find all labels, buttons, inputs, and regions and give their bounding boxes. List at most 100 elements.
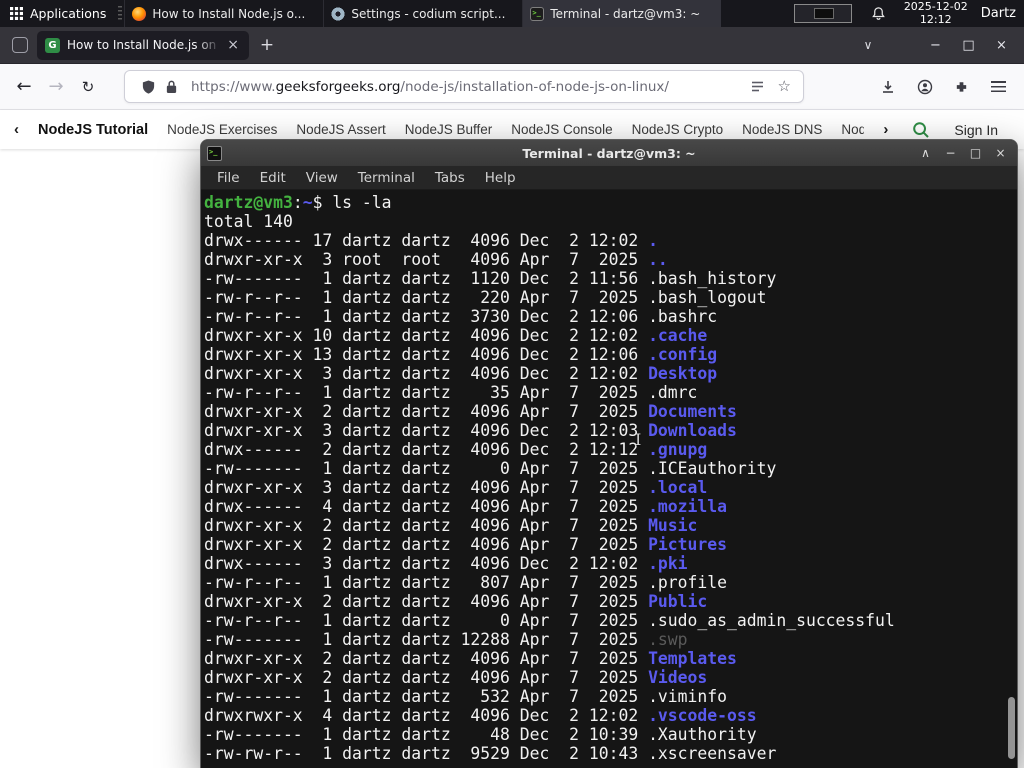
gfg-nav-link[interactable]: NodeJS DNS <box>742 122 822 137</box>
listing-filename: .bashrc <box>648 307 718 326</box>
browser-close-button[interactable]: × <box>985 38 1018 53</box>
listing-meta: drwxr-xr-x 2 dartz dartz 4096 Apr 7 2025 <box>204 535 649 554</box>
terminal-output[interactable]: dartz@vm3:~$ ls -la total 140 drwx------… <box>201 190 1017 768</box>
listing-meta: -rw------- 1 dartz dartz 48 Dec 2 10:39 <box>204 725 649 744</box>
terminal-listing-line: -rw------- 1 dartz dartz 0 Apr 7 2025 .I… <box>204 459 1017 478</box>
gfg-nav-link[interactable]: NodeJS Tutorial <box>38 122 148 138</box>
sign-in-link[interactable]: Sign In <box>954 122 998 138</box>
listing-filename: .Xauthority <box>648 725 757 744</box>
account-icon[interactable] <box>909 72 940 102</box>
terminal-window-controls: ∧ − □ × <box>915 146 1011 160</box>
terminal-close-button[interactable]: × <box>990 146 1011 160</box>
gfg-nav-link[interactable]: NodeJS Crypto <box>632 122 724 137</box>
gfg-nav-link[interactable]: Node <box>841 122 864 137</box>
url-text: https://www.geeksforgeeks.org/node-js/in… <box>191 78 669 95</box>
taskbar-window-button[interactable]: Settings - codium script... <box>323 0 522 27</box>
terminal-menu-item[interactable]: Terminal <box>348 170 425 186</box>
gfg-nav-link[interactable]: NodeJS Buffer <box>405 122 493 137</box>
downloads-icon[interactable] <box>872 72 903 102</box>
new-tab-button[interactable]: + <box>253 35 281 55</box>
terminal-listing-line: drwxr-xr-x 13 dartz dartz 4096 Dec 2 12:… <box>204 345 1017 364</box>
taskbar-window-label: How to Install Node.js o... <box>152 6 306 21</box>
forward-button[interactable]: → <box>40 71 72 103</box>
tab-bar: G How to Install Node.js on × + ∨ − □ × <box>0 27 1024 64</box>
menu-icon[interactable] <box>983 72 1014 102</box>
listing-filename: .local <box>648 478 708 497</box>
terminal-listing-line: drwxr-xr-x 2 dartz dartz 4096 Apr 7 2025… <box>204 516 1017 535</box>
listing-meta: -rw------- 1 dartz dartz 0 Apr 7 2025 <box>204 459 649 478</box>
browser-maximize-button[interactable]: □ <box>952 38 985 53</box>
terminal-menu-item[interactable]: Help <box>475 170 526 186</box>
terminal-menu-item[interactable]: File <box>207 170 250 186</box>
terminal-total-line: total 140 <box>204 212 293 231</box>
terminal-maximize-button[interactable]: □ <box>965 146 986 160</box>
bookmark-star-icon[interactable]: ☆ <box>778 79 791 94</box>
url-bar[interactable]: https://www.geeksforgeeks.org/node-js/in… <box>124 70 804 103</box>
terminal-scrollbar-thumb[interactable] <box>1008 697 1015 759</box>
terminal-menu-item[interactable]: Edit <box>250 170 296 186</box>
notifications-button[interactable] <box>871 6 886 21</box>
listing-filename: .viminfo <box>648 687 728 706</box>
tracking-protection-shield-icon[interactable] <box>141 79 156 95</box>
terminal-listing-line: drwx------ 4 dartz dartz 4096 Apr 7 2025… <box>204 497 1017 516</box>
taskbar-window-icon <box>530 6 545 21</box>
clock[interactable]: 2025-12-02 12:12 <box>904 0 968 26</box>
tab-close-icon[interactable]: × <box>225 37 241 53</box>
extensions-icon[interactable] <box>946 72 977 102</box>
workspace-pager[interactable] <box>793 4 852 23</box>
navigation-toolbar: ← → ↻ https://www.geeksforgeeks.org/node… <box>0 64 1024 110</box>
listing-filename: .profile <box>648 573 728 592</box>
listing-meta: -rw------- 1 dartz dartz 532 Apr 7 2025 <box>204 687 649 706</box>
terminal-listing-line: drwx------ 3 dartz dartz 4096 Dec 2 12:0… <box>204 554 1017 573</box>
listing-filename: .config <box>648 345 718 364</box>
browser-tab[interactable]: G How to Install Node.js on × <box>37 30 249 60</box>
terminal-shade-button[interactable]: ∧ <box>915 146 936 160</box>
applications-menu-button[interactable]: Applications <box>0 0 116 27</box>
listing-meta: drwxr-xr-x 3 dartz dartz 4096 Apr 7 2025 <box>204 478 649 497</box>
browser-minimize-button[interactable]: − <box>919 38 952 53</box>
reader-mode-icon[interactable] <box>750 79 765 94</box>
gfg-nav-link[interactable]: NodeJS Exercises <box>167 122 277 137</box>
search-icon[interactable] <box>912 121 930 139</box>
toolbar-icons <box>872 72 1016 102</box>
lock-icon[interactable] <box>165 79 178 94</box>
listing-meta: drwxr-xr-x 13 dartz dartz 4096 Dec 2 12:… <box>204 345 649 364</box>
terminal-prompt-line: dartz@vm3:~$ ls -la <box>204 193 392 212</box>
terminal-menu-item[interactable]: Tabs <box>425 170 475 186</box>
terminal-listing-line: -rw-r--r-- 1 dartz dartz 807 Apr 7 2025 … <box>204 573 1017 592</box>
listing-filename: .dmrc <box>648 383 698 402</box>
terminal-titlebar[interactable]: Terminal - dartz@vm3: ~ ∧ − □ × <box>201 140 1017 166</box>
reload-button[interactable]: ↻ <box>72 71 104 103</box>
taskbar-window-button[interactable]: How to Install Node.js o... <box>124 0 323 27</box>
listing-filename: .pki <box>648 554 688 573</box>
taskbar-window-button[interactable]: Terminal - dartz@vm3: ~ <box>522 0 722 27</box>
list-all-tabs-icon[interactable]: ∨ <box>853 38 883 52</box>
terminal-listing-line: -rw------- 1 dartz dartz 1120 Dec 2 11:5… <box>204 269 1017 288</box>
terminal-listing-line: -rw-rw-r-- 1 dartz dartz 9529 Dec 2 10:4… <box>204 744 1017 763</box>
terminal-minimize-button[interactable]: − <box>940 146 961 160</box>
gfg-nav-links: NodeJS Tutorial NodeJS Exercises NodeJS … <box>38 122 864 138</box>
listing-filename: . <box>648 231 658 250</box>
terminal-listing-line: drwx------ 2 dartz dartz 4096 Dec 2 12:1… <box>204 440 1017 459</box>
firefox-view-icon[interactable] <box>12 37 28 53</box>
gfg-nav-link[interactable]: NodeJS Console <box>511 122 612 137</box>
pager-window-thumbnail <box>813 8 834 19</box>
scroll-right-chevron-icon[interactable]: › <box>883 122 888 137</box>
listing-filename: .sudo_as_admin_successful <box>648 611 895 630</box>
terminal-listing-line: drwxr-xr-x 2 dartz dartz 4096 Apr 7 2025… <box>204 649 1017 668</box>
panel-separator <box>118 5 123 22</box>
terminal-listing-line: -rw-r--r-- 1 dartz dartz 35 Apr 7 2025 .… <box>204 383 1017 402</box>
gfg-nav-link[interactable]: NodeJS Assert <box>296 122 385 137</box>
tab-title-fade <box>197 30 227 60</box>
user-menu[interactable]: Dartz <box>981 6 1016 21</box>
listing-meta: drwxr-xr-x 2 dartz dartz 4096 Apr 7 2025 <box>204 516 649 535</box>
listing-meta: drwxrwxr-x 4 dartz dartz 4096 Dec 2 12:0… <box>204 706 649 725</box>
scroll-left-chevron-icon[interactable]: ‹ <box>14 122 19 137</box>
prompt-path: ~ <box>302 193 313 212</box>
listing-meta: -rw-r--r-- 1 dartz dartz 807 Apr 7 2025 <box>204 573 649 592</box>
listing-meta: drwxr-xr-x 2 dartz dartz 4096 Apr 7 2025 <box>204 649 649 668</box>
terminal-listing-line: -rw-r--r-- 1 dartz dartz 3730 Dec 2 12:0… <box>204 307 1017 326</box>
terminal-listing-line: -rw-r--r-- 1 dartz dartz 220 Apr 7 2025 … <box>204 288 1017 307</box>
back-button[interactable]: ← <box>8 71 40 103</box>
terminal-menu-item[interactable]: View <box>296 170 348 186</box>
